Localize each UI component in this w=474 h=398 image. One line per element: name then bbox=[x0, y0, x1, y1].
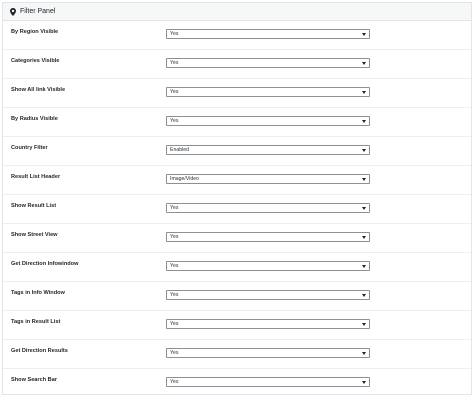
setting-label: Categories Visible bbox=[11, 58, 60, 64]
caret-down-icon bbox=[362, 380, 366, 384]
setting-row-show-result-list: Show Result List Yes bbox=[3, 195, 471, 224]
get-direction-results-select[interactable]: Yes bbox=[166, 348, 370, 358]
caret-down-icon bbox=[362, 264, 366, 268]
setting-label: Show Street View bbox=[11, 232, 58, 238]
map-pin-icon bbox=[10, 7, 16, 16]
show-street-view-select[interactable]: Yes bbox=[166, 232, 370, 242]
caret-down-icon bbox=[362, 206, 366, 210]
setting-label: Show Search Bar bbox=[11, 377, 58, 383]
select-value: Yes bbox=[170, 321, 179, 327]
setting-row-tags-in-info-window: Tags in Info Window Yes bbox=[3, 282, 471, 311]
result-list-header-select[interactable]: Image/Video bbox=[166, 174, 370, 184]
caret-down-icon bbox=[362, 322, 366, 326]
select-value: Yes bbox=[170, 350, 179, 356]
panel-header[interactable]: Filter Panel bbox=[3, 3, 471, 21]
setting-row-show-all-link-visible: Show All link Visible Yes bbox=[3, 79, 471, 108]
setting-label: Get Direction Results bbox=[11, 348, 68, 354]
setting-row-country-filter: Country Filter Enabled bbox=[3, 137, 471, 166]
setting-label: By Region Visible bbox=[11, 29, 59, 35]
setting-row-get-direction-results: Get Direction Results Yes bbox=[3, 340, 471, 369]
get-direction-infowindow-select[interactable]: Yes bbox=[166, 261, 370, 271]
show-all-link-visible-select[interactable]: Yes bbox=[166, 87, 370, 97]
setting-label: By Radius Visible bbox=[11, 116, 58, 122]
setting-label: Show All link Visible bbox=[11, 87, 66, 93]
show-result-list-select[interactable]: Yes bbox=[166, 203, 370, 213]
setting-row-categories-visible: Categories Visible Yes bbox=[3, 50, 471, 79]
panel-title: Filter Panel bbox=[20, 8, 56, 15]
setting-label: Get Direction Infowindow bbox=[11, 261, 79, 267]
setting-label: Show Result List bbox=[11, 203, 57, 209]
filter-panel: Filter Panel By Region Visible Yes Categ… bbox=[2, 2, 472, 395]
setting-row-by-radius-visible: By Radius Visible Yes bbox=[3, 108, 471, 137]
caret-down-icon bbox=[362, 119, 366, 123]
caret-down-icon bbox=[362, 235, 366, 239]
by-radius-visible-select[interactable]: Yes bbox=[166, 116, 370, 126]
caret-down-icon bbox=[362, 293, 366, 297]
setting-row-by-region-visible: By Region Visible Yes bbox=[3, 21, 471, 50]
select-value: Yes bbox=[170, 118, 179, 124]
setting-row-tags-in-result-list: Tags in Result List Yes bbox=[3, 311, 471, 340]
caret-down-icon bbox=[362, 61, 366, 65]
setting-row-show-search-bar: Show Search Bar Yes bbox=[3, 369, 471, 398]
setting-row-show-street-view: Show Street View Yes bbox=[3, 224, 471, 253]
caret-down-icon bbox=[362, 148, 366, 152]
settings-rows: By Region Visible Yes Categories Visible… bbox=[3, 21, 471, 398]
select-value: Yes bbox=[170, 31, 179, 37]
caret-down-icon bbox=[362, 32, 366, 36]
caret-down-icon bbox=[362, 90, 366, 94]
tags-in-result-list-select[interactable]: Yes bbox=[166, 319, 370, 329]
tags-in-info-window-select[interactable]: Yes bbox=[166, 290, 370, 300]
caret-down-icon bbox=[362, 177, 366, 181]
country-filter-select[interactable]: Enabled bbox=[166, 145, 370, 155]
setting-label: Tags in Info Window bbox=[11, 290, 65, 296]
categories-visible-select[interactable]: Yes bbox=[166, 58, 370, 68]
setting-row-get-direction-infowindow: Get Direction Infowindow Yes bbox=[3, 253, 471, 282]
select-value: Yes bbox=[170, 379, 179, 385]
select-value: Image/Video bbox=[170, 176, 200, 182]
setting-row-result-list-header: Result List Header Image/Video bbox=[3, 166, 471, 195]
select-value: Yes bbox=[170, 292, 179, 298]
setting-label: Tags in Result List bbox=[11, 319, 61, 325]
select-value: Yes bbox=[170, 263, 179, 269]
setting-label: Result List Header bbox=[11, 174, 61, 180]
select-value: Yes bbox=[170, 234, 179, 240]
show-search-bar-select[interactable]: Yes bbox=[166, 377, 370, 387]
select-value: Yes bbox=[170, 205, 179, 211]
by-region-visible-select[interactable]: Yes bbox=[166, 29, 370, 39]
select-value: Yes bbox=[170, 89, 179, 95]
select-value: Enabled bbox=[170, 147, 190, 153]
select-value: Yes bbox=[170, 60, 179, 66]
caret-down-icon bbox=[362, 351, 366, 355]
setting-label: Country Filter bbox=[11, 145, 48, 151]
